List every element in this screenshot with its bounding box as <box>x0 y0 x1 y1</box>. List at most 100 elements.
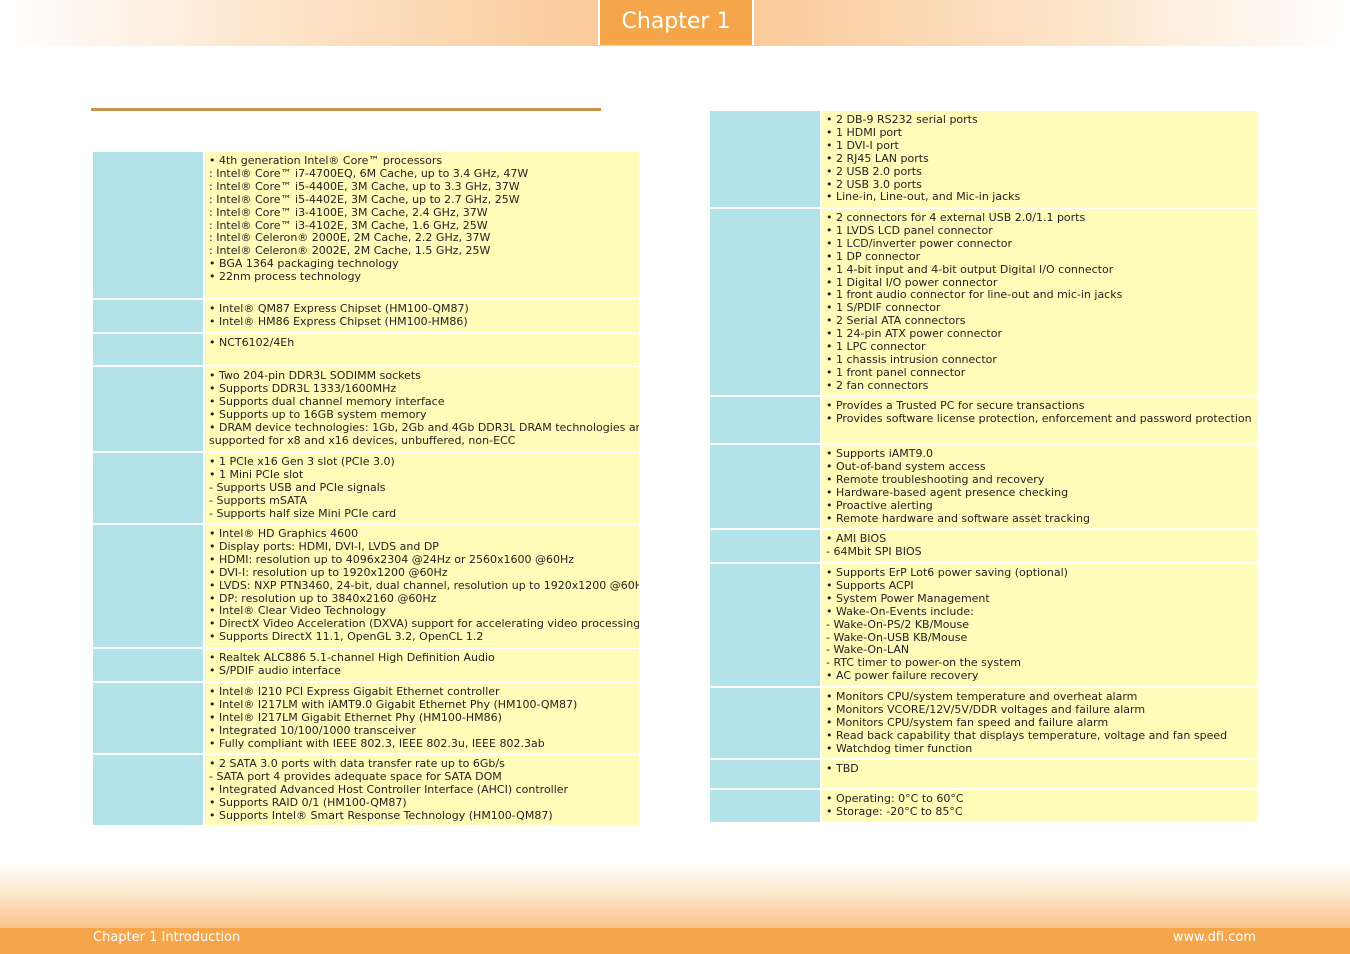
spec-line: • 1 HDMI port <box>826 125 903 139</box>
footer-website[interactable]: www.dfi.com <box>1173 930 1256 946</box>
spec-line: • Intel® HD Graphics 4600 <box>209 527 359 540</box>
spec-row: • 2 connectors for 4 external USB 2.0/1.… <box>710 208 1257 397</box>
spec-label-cell <box>710 563 822 688</box>
spec-label-cell <box>710 111 822 209</box>
spec-row: • Realtek ALC886 5.1-channel High Defini… <box>93 648 639 683</box>
spec-line: • Watchdog timer function <box>826 741 973 755</box>
section-heading-rule <box>91 108 601 111</box>
spec-line: • Intel® I217LM Gigabit Ethernet Phy (HM… <box>209 710 502 724</box>
spec-value-cell: • Supports ErP Lot6 power saving (option… <box>821 563 1257 688</box>
spec-label-cell <box>710 789 822 824</box>
spec-line: • Fully compliant with IEEE 802.3, IEEE … <box>209 736 545 750</box>
spec-value-cell: • Intel® HD Graphics 4600 • Display ports… <box>204 524 639 649</box>
spec-line: • Supports ErP Lot6 power saving (option… <box>826 566 1068 579</box>
spec-line: • Intel® HM86 Express Chipset (HM100-HM8… <box>209 314 468 328</box>
spec-row: • Supports iAMT9.0 • Out-of-band system a… <box>710 444 1257 530</box>
spec-line: • Supports DirectX 11.1, OpenGL 3.2, Ope… <box>209 630 484 644</box>
spec-line: • Monitors CPU/system fan speed and fail… <box>826 715 1109 729</box>
spec-line: - Supports half size Mini PCIe card <box>209 506 397 520</box>
spec-row: • Provides a Trusted PC for secure trans… <box>710 396 1257 445</box>
spec-row: • Supports ErP Lot6 power saving (option… <box>710 563 1257 688</box>
spec-line: • Proactive alerting <box>826 498 933 512</box>
footer-gradient-band <box>0 862 1350 928</box>
spec-line: • DVI-I: resolution up to 1920x1200 @60H… <box>209 565 448 579</box>
spec-line: • Monitors CPU/system temperature and ov… <box>826 690 1138 703</box>
spec-line: • Remote troubleshooting and recovery <box>826 472 1045 486</box>
spec-row: • AMI BIOS - 64Mbit SPI BIOS <box>710 529 1257 564</box>
spec-label-cell <box>710 759 822 790</box>
spec-line: • AMI BIOS <box>826 532 887 545</box>
spec-line: • NCT6102/4Eh <box>209 336 295 349</box>
spec-line: • Supports dual channel memory interface <box>209 394 445 408</box>
spec-label-cell <box>93 333 205 367</box>
spec-value-cell: • Intel® I210 PCI Express Gigabit Ethern… <box>204 682 639 755</box>
spec-line: • System Power Management <box>826 591 990 605</box>
spec-line: • Supports DDR3L 1333/1600MHz <box>209 381 397 395</box>
spec-value-cell: • Provides a Trusted PC for secure trans… <box>821 396 1257 445</box>
spec-line: • 1 DVI-I port <box>826 138 899 152</box>
spec-label-cell <box>710 529 822 564</box>
spec-label-cell <box>93 648 205 683</box>
spec-label-cell <box>710 687 822 760</box>
spec-line: • LVDS: NXP PTN3460, 24-bit, dual channe… <box>209 578 639 592</box>
right-spec-table: • 2 DB-9 RS232 serial ports • 1 HDMI port… <box>710 111 1257 824</box>
spec-row: • 2 SATA 3.0 ports with data transfer ra… <box>93 754 639 827</box>
spec-row: • Intel® I210 PCI Express Gigabit Ethern… <box>93 682 639 755</box>
spec-line: • Monitors VCORE/12V/5V/DDR voltages and… <box>826 702 1146 716</box>
spec-label-cell <box>93 754 205 827</box>
spec-value-cell: • Realtek ALC886 5.1-channel High Defini… <box>204 648 639 683</box>
spec-line: • 1 chassis intrusion connector <box>826 352 997 366</box>
spec-line: • Line-in, Line-out, and Mic-in jacks <box>826 190 1021 204</box>
spec-row: • Intel® HD Graphics 4600 • Display ports… <box>93 524 639 649</box>
footer-chapter-label: Chapter 1 Introduction <box>93 930 241 945</box>
spec-line: • DRAM device technologies: 1Gb, 2Gb and… <box>209 420 639 434</box>
spec-row: • Operating: 0°C to 60°C • Storage: -20°C… <box>710 789 1257 824</box>
spec-line: • 2 USB 2.0 ports <box>826 164 922 178</box>
spec-row: • 1 PCIe x16 Gen 3 slot (PCIe 3.0) • 1 Mi… <box>93 452 639 525</box>
spec-row: • 4th generation Intel® Core™ processors… <box>93 152 639 300</box>
spec-line: • TBD <box>826 762 859 775</box>
chapter-tab: Chapter 1 <box>598 0 754 45</box>
spec-label-cell <box>710 444 822 530</box>
spec-value-cell: • Operating: 0°C to 60°C • Storage: -20°C… <box>821 789 1257 824</box>
spec-line: • Two 204-pin DDR3L SODIMM sockets <box>209 369 421 382</box>
spec-line: - SATA port 4 provides adequate space fo… <box>209 769 502 783</box>
spec-line: • Supports RAID 0/1 (HM100-QM87) <box>209 795 407 809</box>
spec-line: • 22nm process technology <box>209 270 362 284</box>
spec-line: - Supports mSATA <box>209 493 308 507</box>
spec-line: - Wake-On-PS/2 KB/Mouse <box>826 617 969 631</box>
spec-line: • HDMI: resolution up to 4096x2304 @24Hz… <box>209 552 575 566</box>
spec-line: : Intel® Core™ i3-4100E, 3M Cache, 2.4 G… <box>209 205 488 219</box>
spec-line: • Operating: 0°C to 60°C <box>826 792 964 805</box>
spec-line: • Realtek ALC886 5.1-channel High Defini… <box>209 651 495 664</box>
spec-value-cell: • NCT6102/4Eh <box>204 333 639 367</box>
spec-line: • Supports up to 16GB system memory <box>209 407 427 421</box>
spec-line: • 2 connectors for 4 external USB 2.0/1.… <box>826 211 1086 224</box>
spec-value-cell: • Monitors CPU/system temperature and ov… <box>821 687 1257 760</box>
spec-line: • Integrated Advanced Host Controller In… <box>209 782 569 796</box>
spec-line: • 2 DB-9 RS232 serial ports <box>826 113 978 126</box>
spec-line: • Intel® QM87 Express Chipset (HM100-QM8… <box>209 302 469 315</box>
spec-line: • Display ports: HDMI, DVI-I, LVDS and D… <box>209 539 439 553</box>
spec-line: • 1 Mini PCIe slot <box>209 467 304 481</box>
spec-line: • 2 fan connectors <box>826 378 929 392</box>
spec-line: • Integrated 10/100/1000 transceiver <box>209 723 416 737</box>
spec-line: • 1 PCIe x16 Gen 3 slot (PCIe 3.0) <box>209 455 395 468</box>
spec-value-cell: • Supports iAMT9.0 • Out-of-band system a… <box>821 444 1257 530</box>
left-spec-table: • 4th generation Intel® Core™ processors… <box>93 152 639 827</box>
spec-line: • 4th generation Intel® Core™ processors <box>209 154 443 167</box>
spec-line: • 1 LCD/inverter power connector <box>826 236 1012 250</box>
spec-row: • NCT6102/4Eh <box>93 333 639 367</box>
spec-line: • 1 front panel connector <box>826 365 966 379</box>
spec-line: • Storage: -20°C to 85°C <box>826 804 963 818</box>
spec-line: • 1 LVDS LCD panel connector <box>826 223 993 237</box>
spec-line: • 1 DP connector <box>826 249 921 263</box>
spec-line: • S/PDIF audio interface <box>209 663 341 677</box>
spec-line: • Intel® I210 PCI Express Gigabit Ethern… <box>209 685 500 698</box>
spec-row: • TBD <box>710 759 1257 790</box>
spec-line: • Provides software license protection, … <box>826 411 1252 425</box>
spec-label-cell <box>710 208 822 397</box>
spec-line: - 64Mbit SPI BIOS <box>826 544 922 558</box>
spec-label-cell <box>93 524 205 649</box>
spec-row: • Two 204-pin DDR3L SODIMM sockets • Supp… <box>93 366 639 453</box>
